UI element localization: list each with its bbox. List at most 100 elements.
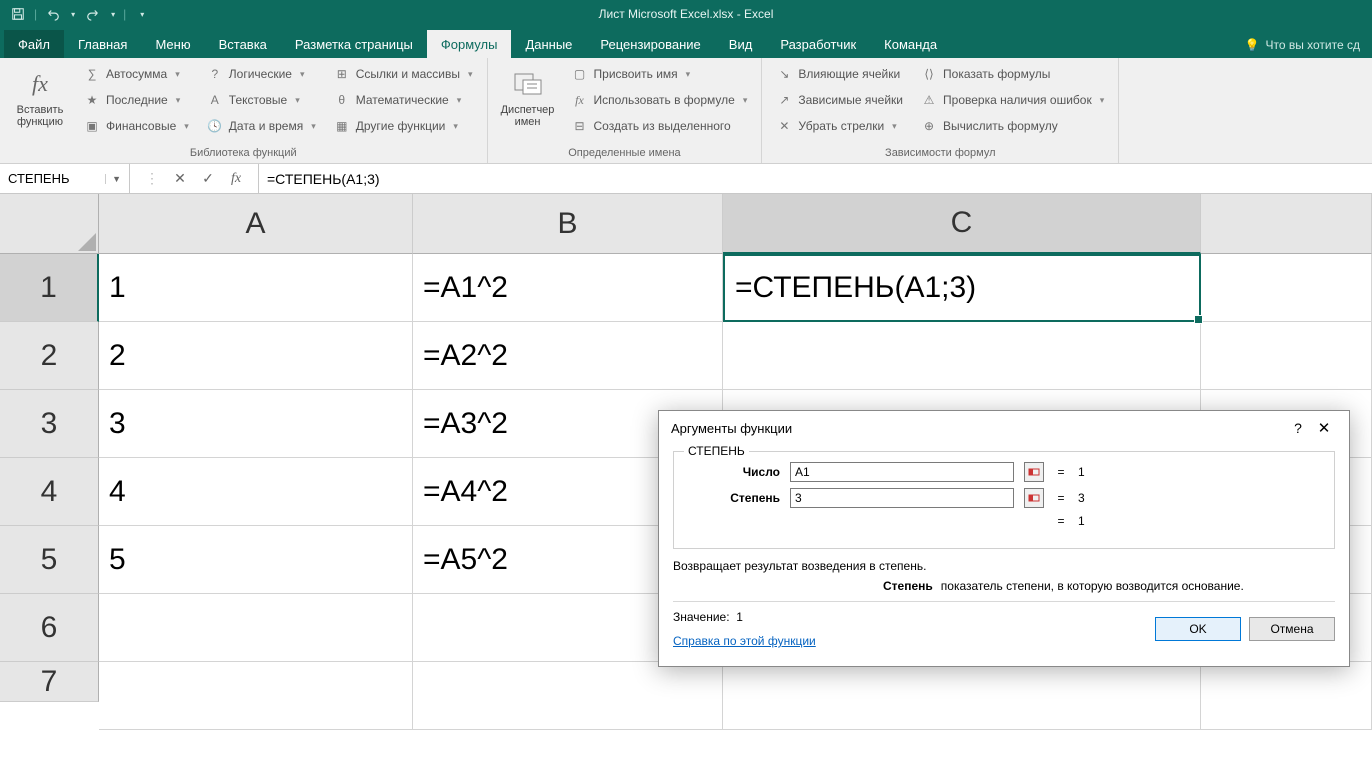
quick-access-toolbar: | ▾ ▾ | ▾ <box>0 3 160 25</box>
row-header-1[interactable]: 1 <box>0 254 99 322</box>
cell-B1[interactable]: =A1^2 <box>413 254 723 322</box>
tag-icon: ▢ <box>572 66 588 82</box>
math-button[interactable]: θМатематические▾ <box>328 88 479 112</box>
more-icon: ▦ <box>334 118 350 134</box>
collapse-dialog-icon[interactable] <box>1024 462 1044 482</box>
formula-input[interactable]: =СТЕПЕНЬ(A1;3) <box>258 164 1372 193</box>
trace-precedents-button[interactable]: ↘Влияющие ячейки <box>770 62 909 86</box>
name-manager-button[interactable]: Диспетчер имен <box>496 62 560 134</box>
column-header-A[interactable]: A <box>99 194 413 254</box>
column-header-B[interactable]: B <box>413 194 723 254</box>
function-fieldset: СТЕПЕНЬ Число = 1 Степень = 3 = 1 <box>673 451 1335 549</box>
tab-view[interactable]: Вид <box>715 30 767 58</box>
cancel-button[interactable]: Отмена <box>1249 617 1335 641</box>
error-check-icon: ⚠ <box>921 92 937 108</box>
recent-button[interactable]: ★Последние▾ <box>78 88 195 112</box>
dialog-titlebar[interactable]: Аргументы функции ? ✕ <box>659 411 1349 445</box>
dialog-close-button[interactable]: ✕ <box>1311 419 1337 437</box>
undo-dropdown-icon[interactable]: ▾ <box>67 3 79 25</box>
redo-icon[interactable] <box>81 3 105 25</box>
arg-number-input[interactable] <box>790 462 1014 482</box>
enter-formula-button[interactable]: ✓ <box>194 170 222 187</box>
name-box-dropdown-icon[interactable]: ▼ <box>105 174 121 184</box>
cell-A2[interactable]: 2 <box>99 322 413 390</box>
tab-developer[interactable]: Разработчик <box>766 30 870 58</box>
evaluate-formula-button[interactable]: ⊕Вычислить формулу <box>915 114 1110 138</box>
remove-arrows-icon: ✕ <box>776 118 792 134</box>
cell-A4[interactable]: 4 <box>99 458 413 526</box>
row-header-7[interactable]: 7 <box>0 662 99 702</box>
ok-button[interactable]: OK <box>1155 617 1241 641</box>
row-header-2[interactable]: 2 <box>0 322 99 390</box>
cell-A6[interactable] <box>99 594 413 662</box>
save-icon[interactable] <box>6 3 30 25</box>
undo-icon[interactable] <box>41 3 65 25</box>
cancel-formula-button[interactable]: ✕ <box>166 170 194 187</box>
value-label: Значение: 1 <box>673 610 743 624</box>
qat-customize-icon[interactable]: ▾ <box>130 3 154 25</box>
define-name-button[interactable]: ▢Присвоить имя▾ <box>566 62 754 86</box>
cell-C2[interactable] <box>723 322 1201 390</box>
insert-function-button[interactable]: fx Вставить функцию <box>8 62 72 134</box>
show-formulas-button[interactable]: ⟨⟩Показать формулы <box>915 62 1110 86</box>
tab-file[interactable]: Файл <box>4 30 64 58</box>
use-in-formula-button[interactable]: fxИспользовать в формуле▾ <box>566 88 754 112</box>
cell-B[interactable] <box>413 662 723 730</box>
dots-icon[interactable]: ⋮ <box>138 170 166 187</box>
cell-B2[interactable]: =A2^2 <box>413 322 723 390</box>
column-header-blank[interactable] <box>1201 194 1372 254</box>
tab-menu[interactable]: Меню <box>141 30 204 58</box>
ribbon-tabs: Файл Главная Меню Вставка Разметка стран… <box>0 28 1372 58</box>
cell-C1[interactable]: =СТЕПЕНЬ(A1;3) <box>723 254 1201 322</box>
name-box[interactable]: СТЕПЕНЬ ▼ <box>0 164 130 193</box>
function-name-label: СТЕПЕНЬ <box>684 444 749 458</box>
fx-button[interactable]: fx <box>222 171 250 187</box>
row-header-4[interactable]: 4 <box>0 458 99 526</box>
redo-dropdown-icon[interactable]: ▾ <box>107 3 119 25</box>
question-icon: ? <box>207 66 223 82</box>
equals-sign: = <box>1054 514 1068 528</box>
error-check-button[interactable]: ⚠Проверка наличия ошибок▾ <box>915 88 1110 112</box>
tab-data[interactable]: Данные <box>511 30 586 58</box>
remove-arrows-button[interactable]: ✕Убрать стрелки▾ <box>770 114 909 138</box>
tab-pagelayout[interactable]: Разметка страницы <box>281 30 427 58</box>
more-fn-button[interactable]: ▦Другие функции▾ <box>328 114 479 138</box>
text-button[interactable]: AТекстовые▾ <box>201 88 322 112</box>
tab-review[interactable]: Рецензирование <box>586 30 714 58</box>
create-from-selection-button[interactable]: ⊟Создать из выделенного <box>566 114 754 138</box>
help-link[interactable]: Справка по этой функции <box>673 634 816 648</box>
group-label-library: Библиотека функций <box>8 145 479 161</box>
logical-button[interactable]: ?Логические▾ <box>201 62 322 86</box>
trace-dependents-button[interactable]: ↗Зависимые ячейки <box>770 88 909 112</box>
row-header-3[interactable]: 3 <box>0 390 99 458</box>
row-header-5[interactable]: 5 <box>0 526 99 594</box>
text-icon: A <box>207 92 223 108</box>
cell-A5[interactable]: 5 <box>99 526 413 594</box>
tab-insert[interactable]: Вставка <box>205 30 281 58</box>
select-all-corner[interactable] <box>0 194 99 254</box>
row-header-6[interactable]: 6 <box>0 594 99 662</box>
tab-formulas[interactable]: Формулы <box>427 30 512 58</box>
tab-team[interactable]: Команда <box>870 30 951 58</box>
tell-me[interactable]: 💡 Что вы хотите сд <box>1233 32 1372 58</box>
equals-sign: = <box>1054 465 1068 479</box>
cell-blank[interactable] <box>1201 662 1372 730</box>
collapse-dialog-icon-2[interactable] <box>1024 488 1044 508</box>
tab-home[interactable]: Главная <box>64 30 141 58</box>
financial-button[interactable]: ▣Финансовые▾ <box>78 114 195 138</box>
datetime-button[interactable]: 🕓Дата и время▾ <box>201 114 322 138</box>
arg-power-input[interactable] <box>790 488 1014 508</box>
equals-sign: = <box>1054 491 1068 505</box>
cell-A1[interactable]: 1 <box>99 254 413 322</box>
lookup-button[interactable]: ⊞Ссылки и массивы▾ <box>328 62 479 86</box>
autosum-button[interactable]: ∑Автосумма▾ <box>78 62 195 86</box>
group-label-audit: Зависимости формул <box>770 145 1110 161</box>
cell-C[interactable] <box>723 662 1201 730</box>
cell-A[interactable] <box>99 662 413 730</box>
dialog-help-button[interactable]: ? <box>1285 420 1311 436</box>
evaluate-icon: ⊕ <box>921 118 937 134</box>
cell-2[interactable] <box>1201 322 1372 390</box>
cell-A3[interactable]: 3 <box>99 390 413 458</box>
cell-1[interactable] <box>1201 254 1372 322</box>
column-header-C[interactable]: C <box>723 194 1201 254</box>
